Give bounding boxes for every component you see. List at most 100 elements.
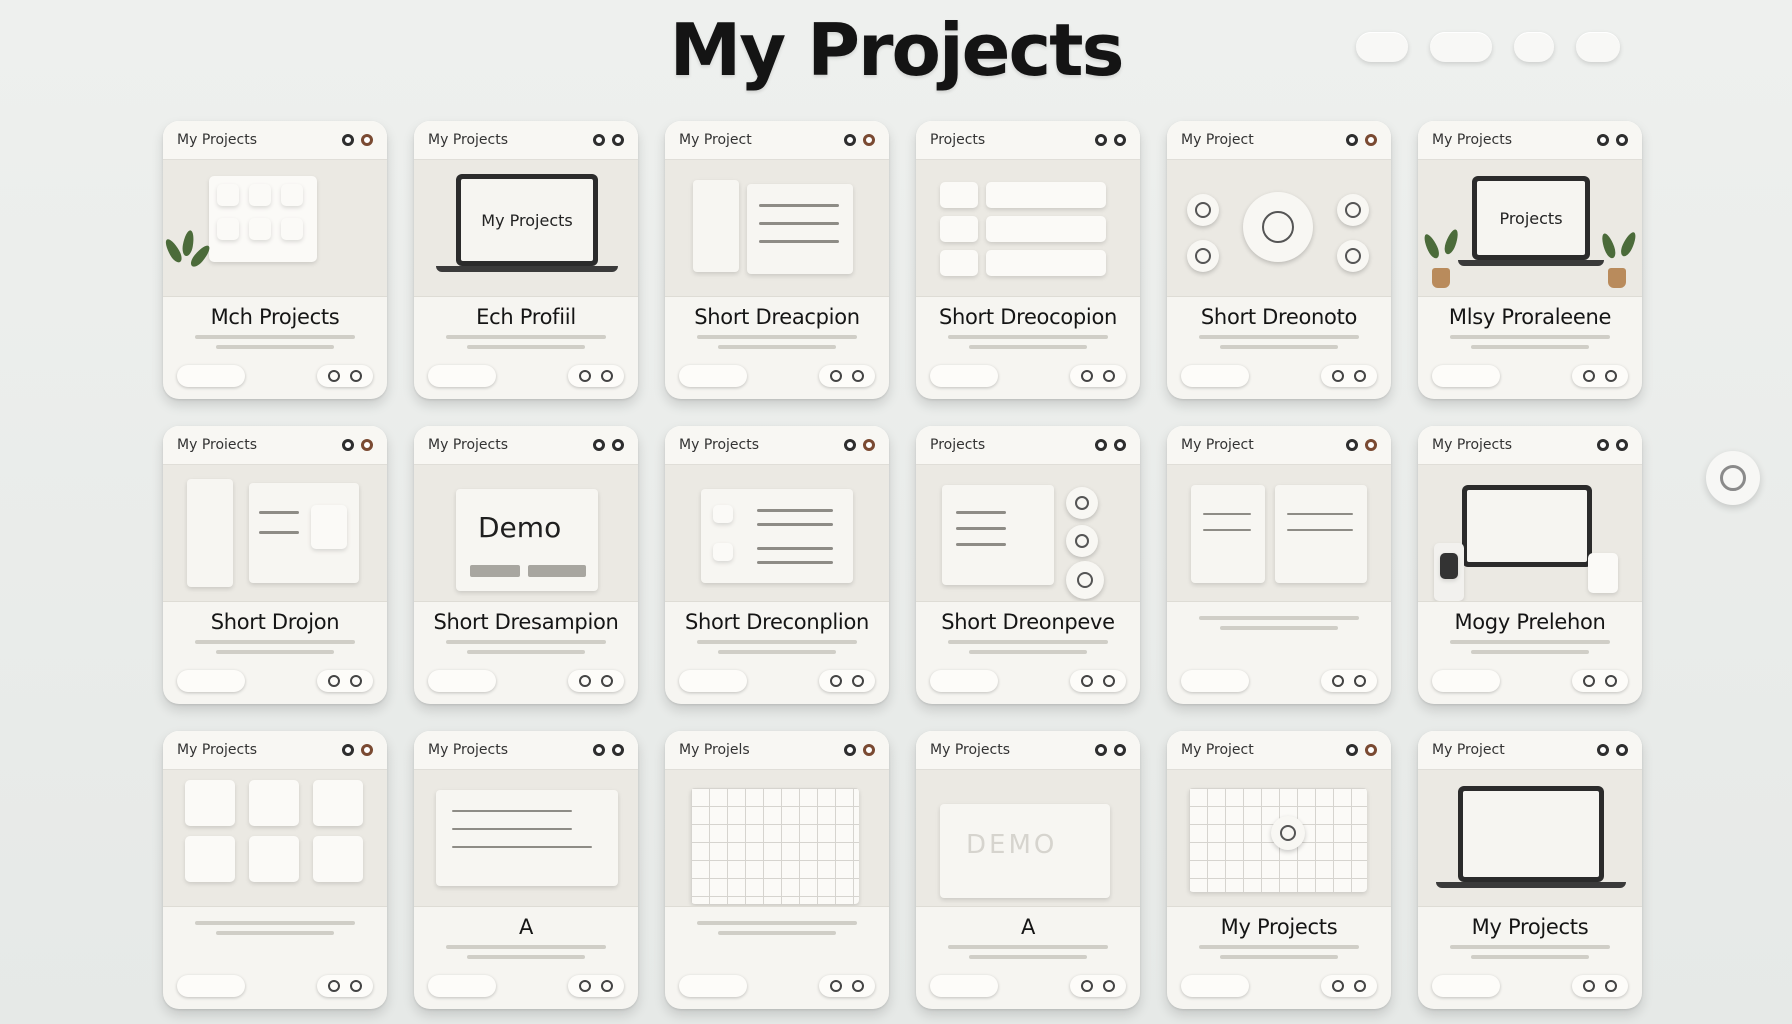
project-card[interactable]: My Projels [665, 731, 889, 1009]
window-dot-icon[interactable] [593, 134, 605, 146]
card-toggle-button[interactable] [819, 365, 875, 387]
card-action-button[interactable] [428, 670, 496, 692]
card-toggle-button[interactable] [317, 670, 373, 692]
window-dot-icon[interactable] [1616, 744, 1628, 756]
card-toggle-button[interactable] [819, 670, 875, 692]
project-card[interactable]: My Projects DEMO A [916, 731, 1140, 1009]
card-toggle-button[interactable] [1070, 670, 1126, 692]
card-toggle-button[interactable] [1572, 975, 1628, 997]
window-dot-icon[interactable] [612, 439, 624, 451]
project-card[interactable]: My Project Short Dreacpion [665, 121, 889, 399]
window-dot-icon[interactable] [342, 744, 354, 756]
card-thumbnail[interactable] [665, 160, 889, 297]
window-dot-icon[interactable] [863, 744, 875, 756]
window-dot-icon[interactable] [863, 134, 875, 146]
project-card[interactable]: Projects Short Dreocopion [916, 121, 1140, 399]
project-card[interactable]: Projects Short Dreonpeve [916, 426, 1140, 704]
project-card[interactable]: My Projects Short Dreconplion [665, 426, 889, 704]
card-thumbnail[interactable] [1418, 465, 1642, 602]
card-toggle-button[interactable] [1321, 365, 1377, 387]
window-dot-icon[interactable] [361, 744, 373, 756]
project-card[interactable]: My Projects Demo Short Dresampion [414, 426, 638, 704]
window-control-1[interactable] [1356, 32, 1408, 62]
window-dot-icon[interactable] [612, 134, 624, 146]
project-card[interactable]: My Projects Mch Projects [163, 121, 387, 399]
card-action-button[interactable] [1181, 670, 1249, 692]
window-dot-icon[interactable] [844, 134, 856, 146]
window-dot-icon[interactable] [612, 744, 624, 756]
card-thumbnail[interactable]: Demo [414, 465, 638, 602]
card-action-button[interactable] [930, 670, 998, 692]
window-dot-icon[interactable] [1114, 744, 1126, 756]
card-thumbnail[interactable] [665, 465, 889, 602]
card-toggle-button[interactable] [317, 975, 373, 997]
card-action-button[interactable] [679, 365, 747, 387]
project-card[interactable]: My Projects [163, 731, 387, 1009]
window-control-4[interactable] [1576, 32, 1620, 62]
card-thumbnail[interactable] [1418, 770, 1642, 907]
window-dot-icon[interactable] [1114, 134, 1126, 146]
card-toggle-button[interactable] [1572, 365, 1628, 387]
card-action-button[interactable] [1181, 975, 1249, 997]
project-card[interactable]: My Project [1167, 426, 1391, 704]
project-card[interactable]: My Proiects Short Drojon [163, 426, 387, 704]
card-action-button[interactable] [679, 670, 747, 692]
card-thumbnail[interactable]: DEMO [916, 770, 1140, 907]
card-thumbnail[interactable] [916, 160, 1140, 297]
window-dot-icon[interactable] [1114, 439, 1126, 451]
card-toggle-button[interactable] [1321, 975, 1377, 997]
window-dot-icon[interactable] [1365, 439, 1377, 451]
window-dot-icon[interactable] [1597, 744, 1609, 756]
card-thumbnail[interactable] [1167, 465, 1391, 602]
card-action-button[interactable] [1181, 365, 1249, 387]
card-toggle-button[interactable] [568, 365, 624, 387]
card-thumbnail[interactable] [1167, 160, 1391, 297]
card-toggle-button[interactable] [819, 975, 875, 997]
card-toggle-button[interactable] [1070, 975, 1126, 997]
card-toggle-button[interactable] [568, 975, 624, 997]
window-dot-icon[interactable] [361, 134, 373, 146]
window-dot-icon[interactable] [1597, 134, 1609, 146]
card-thumbnail[interactable] [665, 770, 889, 907]
card-thumbnail[interactable] [1167, 770, 1391, 907]
window-dot-icon[interactable] [342, 439, 354, 451]
window-dot-icon[interactable] [1095, 439, 1107, 451]
card-toggle-button[interactable] [568, 670, 624, 692]
window-dot-icon[interactable] [1346, 439, 1358, 451]
window-dot-icon[interactable] [1616, 439, 1628, 451]
project-card[interactable]: My Projects Projects Mlsy Proraleene [1418, 121, 1642, 399]
card-thumbnail[interactable]: My Projects [414, 160, 638, 297]
window-dot-icon[interactable] [844, 744, 856, 756]
card-thumbnail[interactable] [916, 465, 1140, 602]
card-toggle-button[interactable] [1572, 670, 1628, 692]
window-dot-icon[interactable] [844, 439, 856, 451]
card-action-button[interactable] [1432, 670, 1500, 692]
window-dot-icon[interactable] [342, 134, 354, 146]
project-card[interactable]: My Project My Projects [1418, 731, 1642, 1009]
card-thumbnail[interactable] [163, 465, 387, 602]
window-dot-icon[interactable] [1365, 744, 1377, 756]
window-dot-icon[interactable] [1597, 439, 1609, 451]
window-dot-icon[interactable] [1365, 134, 1377, 146]
window-dot-icon[interactable] [1346, 744, 1358, 756]
card-thumbnail[interactable] [163, 160, 387, 297]
project-card[interactable]: My Projects Mogy Prelehon [1418, 426, 1642, 704]
card-thumbnail[interactable] [414, 770, 638, 907]
window-dot-icon[interactable] [361, 439, 373, 451]
project-card[interactable]: My Projects My Projects Ech Profiil [414, 121, 638, 399]
card-action-button[interactable] [679, 975, 747, 997]
card-action-button[interactable] [177, 365, 245, 387]
card-action-button[interactable] [930, 975, 998, 997]
window-dot-icon[interactable] [1095, 134, 1107, 146]
card-action-button[interactable] [1432, 975, 1500, 997]
card-action-button[interactable] [428, 365, 496, 387]
card-action-button[interactable] [177, 670, 245, 692]
window-dot-icon[interactable] [593, 744, 605, 756]
card-toggle-button[interactable] [1321, 670, 1377, 692]
window-control-2[interactable] [1430, 32, 1492, 62]
project-card[interactable]: My Project Short Dreonoto [1167, 121, 1391, 399]
window-dot-icon[interactable] [1095, 744, 1107, 756]
window-control-3[interactable] [1514, 32, 1554, 62]
window-dot-icon[interactable] [593, 439, 605, 451]
window-dot-icon[interactable] [863, 439, 875, 451]
